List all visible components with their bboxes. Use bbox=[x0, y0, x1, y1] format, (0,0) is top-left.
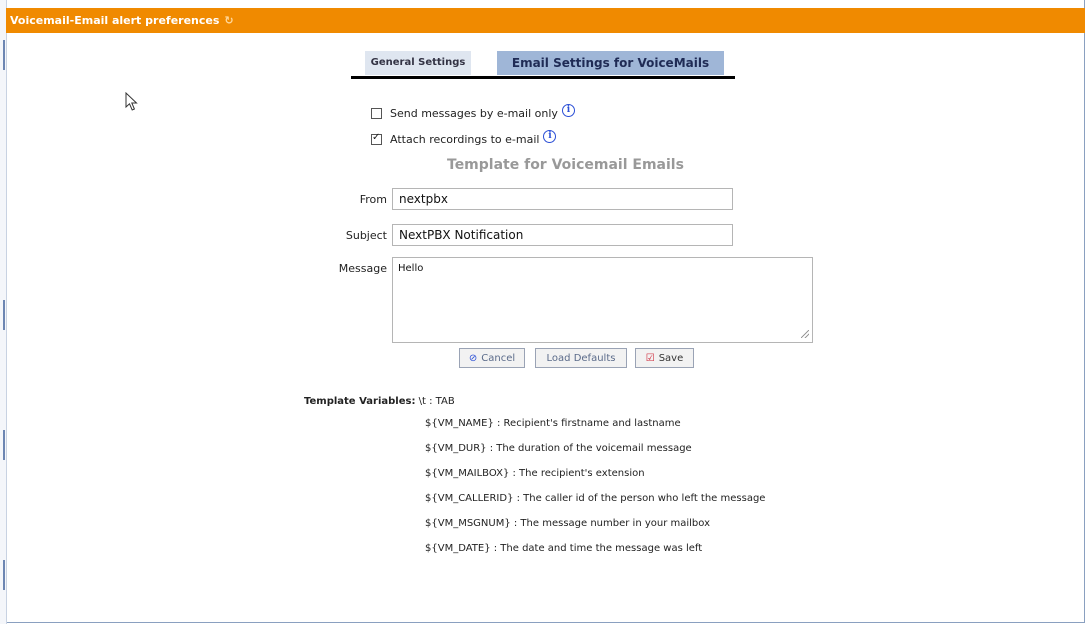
left-edge-mark bbox=[3, 430, 5, 460]
from-input[interactable] bbox=[392, 188, 733, 210]
attach-recordings-checkbox[interactable] bbox=[371, 132, 382, 145]
send-email-only-checkbox[interactable] bbox=[371, 107, 382, 119]
send-email-only-row: Send messages by e-mail only i bbox=[371, 103, 575, 122]
attach-recordings-row: Attach recordings to e-mail i bbox=[371, 129, 557, 148]
left-edge bbox=[0, 0, 7, 624]
load-defaults-button-label: Load Defaults bbox=[546, 352, 616, 364]
tab-bar: General Settings Email Settings for Voic… bbox=[351, 49, 735, 79]
template-variable-item: ${VM_DATE} : The date and time the messa… bbox=[425, 543, 703, 554]
load-defaults-button[interactable]: Load Defaults bbox=[535, 348, 627, 368]
cancel-button-label: Cancel bbox=[481, 352, 516, 364]
left-edge-mark bbox=[3, 40, 5, 70]
info-icon[interactable]: i bbox=[561, 103, 575, 117]
save-button-label: Save bbox=[658, 352, 684, 364]
cancel-button[interactable]: ⊘ Cancel bbox=[459, 348, 525, 368]
attach-recordings-label: Attach recordings to e-mail bbox=[390, 132, 540, 146]
message-label: Message bbox=[338, 262, 387, 275]
save-button[interactable]: ☑ Save bbox=[635, 348, 694, 368]
template-variable-item: ${VM_CALLERID} : The caller id of the pe… bbox=[425, 493, 766, 504]
info-icon[interactable]: i bbox=[543, 129, 557, 143]
template-variable-item: ${VM_DUR} : The duration of the voicemai… bbox=[425, 443, 692, 454]
template-variables-label: Template Variables: bbox=[304, 396, 416, 407]
template-variable-item: ${VM_MAILBOX} : The recipient's extensio… bbox=[425, 468, 645, 479]
refresh-icon[interactable]: ↻ bbox=[224, 8, 233, 33]
save-checkbox-icon: ☑ bbox=[645, 352, 655, 364]
send-email-only-label: Send messages by e-mail only bbox=[390, 106, 558, 120]
mouse-cursor-icon bbox=[125, 92, 138, 111]
from-label: From bbox=[359, 193, 387, 206]
template-variables-tab-hint: \t : TAB bbox=[418, 396, 455, 407]
resize-handle-icon[interactable] bbox=[801, 330, 809, 338]
message-textarea[interactable]: Hello bbox=[392, 257, 813, 343]
template-variable-item: ${VM_NAME} : Recipient's firstname and l… bbox=[425, 418, 681, 429]
template-variables-heading: Template Variables: \t : TAB bbox=[304, 396, 455, 407]
tab-email-settings[interactable]: Email Settings for VoiceMails bbox=[497, 51, 724, 75]
cancel-icon: ⊘ bbox=[468, 352, 478, 364]
window-titlebar: Voicemail-Email alert preferences ↻ bbox=[6, 8, 1085, 33]
template-variable-item: ${VM_MSGNUM} : The message number in you… bbox=[425, 518, 710, 529]
left-edge-mark bbox=[3, 300, 5, 330]
template-title: Template for Voicemail Emails bbox=[447, 157, 684, 173]
window-title: Voicemail-Email alert preferences bbox=[10, 14, 220, 27]
subject-input[interactable] bbox=[392, 224, 733, 246]
subject-label: Subject bbox=[345, 229, 387, 242]
tab-general-settings[interactable]: General Settings bbox=[365, 51, 471, 75]
left-edge-mark bbox=[3, 560, 5, 590]
